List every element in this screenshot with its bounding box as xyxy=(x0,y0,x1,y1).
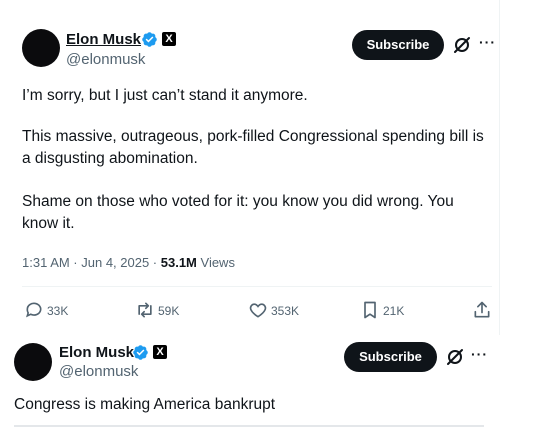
reply-count: 33K xyxy=(47,304,69,318)
bookmark-count: 21K xyxy=(383,304,405,318)
timestamp[interactable]: 1:31 AM · Jun 4, 2025 · xyxy=(22,255,161,270)
subscribe-button[interactable]: Subscribe xyxy=(352,30,444,60)
like-icon xyxy=(249,303,267,318)
author-handle[interactable]: @elonmusk xyxy=(66,51,145,68)
like-button[interactable]: 353K xyxy=(248,300,318,322)
views-count: 53.1M xyxy=(160,255,197,270)
bookmark-icon xyxy=(364,301,376,319)
tweet-card: Elon Musk X @elonmusk Subscribe ··· I’m … xyxy=(0,0,554,335)
repost-icon xyxy=(138,302,152,318)
tweet-text-paragraph-3: Shame on those who voted for it: you kno… xyxy=(22,193,454,232)
bookmark-button[interactable]: 21K xyxy=(360,300,430,322)
tweet-card: Elon Musk X @elonmusk Subscribe ··· Cong… xyxy=(0,335,554,429)
repost-button[interactable]: 59K xyxy=(135,300,205,322)
grok-icon[interactable] xyxy=(452,35,472,55)
avatar[interactable] xyxy=(22,29,60,67)
more-icon[interactable]: ··· xyxy=(471,346,488,362)
like-count: 353K xyxy=(271,304,300,318)
embedded-card-edge xyxy=(14,425,484,427)
subscribe-button[interactable]: Subscribe xyxy=(344,342,437,372)
views-label: Views xyxy=(196,255,235,270)
divider xyxy=(22,286,492,287)
more-icon[interactable]: ··· xyxy=(479,34,496,50)
x-logo-icon: X xyxy=(153,345,167,359)
tweet-text: Congress is making America bankrupt xyxy=(14,396,276,413)
reply-icon xyxy=(26,302,42,318)
author-handle[interactable]: @elonmusk xyxy=(59,363,138,380)
reply-button[interactable]: 33K xyxy=(24,300,94,322)
grok-icon[interactable] xyxy=(445,347,465,367)
tweet-meta: 1:31 AM · Jun 4, 2025 · 53.1M Views xyxy=(22,255,235,270)
author-name[interactable]: Elon Musk xyxy=(59,344,134,361)
avatar[interactable] xyxy=(14,343,52,381)
verified-icon xyxy=(133,345,148,360)
x-logo-icon: X xyxy=(162,32,176,46)
author-name[interactable]: Elon Musk xyxy=(66,31,141,48)
share-button[interactable] xyxy=(472,300,494,322)
tweet-text-paragraph-1: I’m sorry, but I just can’t stand it any… xyxy=(22,87,308,104)
verified-icon xyxy=(142,32,157,47)
share-icon xyxy=(474,301,490,318)
tweet-text-paragraph-2: This massive, outrageous, pork-filled Co… xyxy=(22,128,484,167)
repost-count: 59K xyxy=(158,304,180,318)
